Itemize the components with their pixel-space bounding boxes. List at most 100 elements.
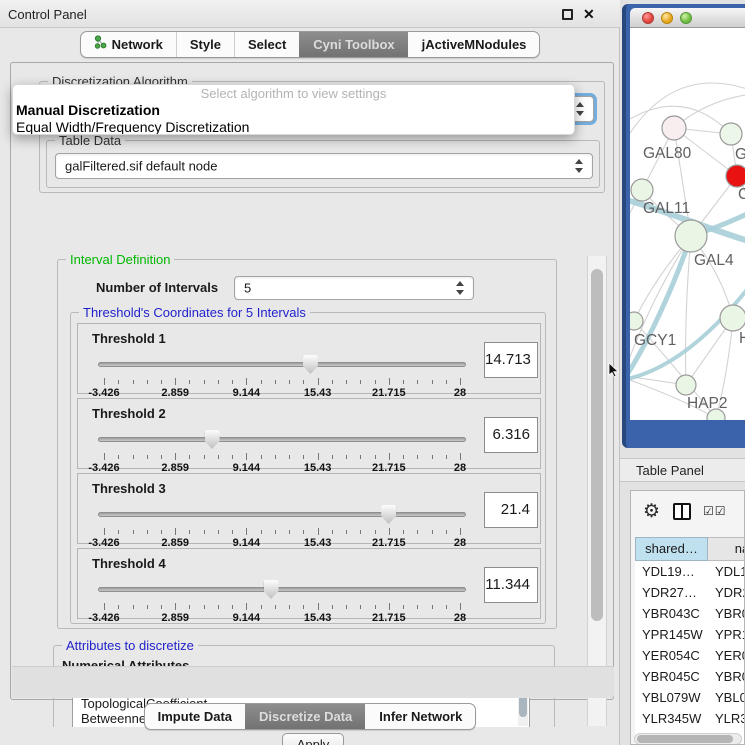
hscroll-thumb[interactable]: [637, 735, 733, 743]
network-node-GAL80[interactable]: [662, 116, 686, 140]
popup-item[interactable]: Equal Width/Frequency Discretization: [13, 119, 574, 135]
cell-name[interactable]: YBR0: [708, 603, 745, 624]
minimize-traffic-icon[interactable]: [661, 12, 673, 24]
interval-definition-title: Interval Definition: [66, 255, 174, 267]
settings-scrollbar[interactable]: [587, 256, 607, 726]
threshold-slider[interactable]: -3.4262.8599.14415.4321.71528: [98, 429, 466, 469]
table-row[interactable]: YBL079WYBL0: [635, 687, 745, 708]
popup-item[interactable]: Manual Discretization: [13, 102, 574, 119]
threshold-value-field[interactable]: 6.316: [484, 417, 538, 453]
network-node-G[interactable]: [720, 123, 742, 145]
slider-ticks: [98, 453, 466, 461]
cell-name[interactable]: YDR2: [708, 582, 745, 603]
combo-arrows-icon: [576, 102, 585, 116]
cell-shared-name[interactable]: YBR045C: [635, 666, 708, 687]
table-row[interactable]: YLR345WYLR3: [635, 708, 745, 729]
table-row[interactable]: YDR27…YDR2: [635, 582, 745, 603]
slider-tick-labels: -3.4262.8599.14415.4321.71528: [98, 612, 466, 624]
cell-shared-name[interactable]: YER054C: [635, 645, 708, 666]
tab-cyni-toolbox[interactable]: Cyni Toolbox: [299, 32, 407, 57]
checkbox-icon[interactable]: ☑☑: [703, 504, 727, 518]
network-node-H[interactable]: [720, 305, 745, 331]
network-node-HAP2[interactable]: [676, 375, 696, 395]
table-row[interactable]: YDL19…YDL1: [635, 561, 745, 582]
threshold-panel: Threshold 4-3.4262.8599.14415.4321.71528…: [77, 548, 541, 619]
cell-shared-name[interactable]: YLR345W: [635, 708, 708, 729]
network-canvas[interactable]: GAL80GCGAL11GAL4GCY1HHAP2: [630, 28, 745, 420]
network-node-C[interactable]: [726, 165, 745, 187]
tab-style[interactable]: Style: [176, 32, 234, 57]
table-row[interactable]: YER054CYER0: [635, 645, 745, 666]
mouse-cursor: [608, 363, 620, 379]
close-traffic-icon[interactable]: [642, 12, 654, 24]
cell-name[interactable]: YBL0: [708, 687, 745, 708]
table-row[interactable]: YPR145WYPR1: [635, 624, 745, 645]
cell-shared-name[interactable]: YDR27…: [635, 582, 708, 603]
table-panel-header: Table Panel: [620, 458, 745, 482]
cell-name[interactable]: YDL1: [708, 561, 745, 582]
control-panel-titlebar: Control Panel ✕: [0, 0, 620, 28]
slider-thumb[interactable]: [381, 505, 396, 524]
slider-thumb[interactable]: [303, 355, 318, 374]
table-hscrollbar[interactable]: [634, 733, 742, 745]
slider-thumb[interactable]: [264, 580, 279, 599]
slider-track[interactable]: [98, 587, 466, 592]
combo-arrows-icon: [456, 281, 465, 295]
right-column: GAL80GCGAL11GAL4GCY1HHAP2 Table Panel ⚙ …: [620, 0, 745, 745]
tick-label: 21.715: [372, 612, 406, 624]
table-row[interactable]: YBR045CYBR0: [635, 666, 745, 687]
threshold-panel: Threshold 3-3.4262.8599.14415.4321.71528…: [77, 473, 541, 544]
apply-button[interactable]: Apply: [282, 733, 344, 745]
cell-shared-name[interactable]: YDL19…: [635, 561, 708, 582]
cell-name[interactable]: YER0: [708, 645, 745, 666]
scrollbar-thumb[interactable]: [591, 269, 603, 621]
tab-jactivemnodules[interactable]: jActiveMNodules: [408, 32, 540, 57]
float-window-icon[interactable]: [562, 9, 573, 20]
tick-label: -3.426: [88, 612, 119, 624]
node-label: HAP2: [687, 395, 728, 412]
gear-icon[interactable]: ⚙: [643, 500, 660, 523]
tab-discretize-data[interactable]: Discretize Data: [245, 704, 365, 729]
cell-shared-name[interactable]: YPR145W: [635, 624, 708, 645]
threshold-value-field[interactable]: 21.4: [484, 492, 538, 528]
column-header-shared-name[interactable]: shared…: [635, 537, 708, 561]
node-label: C: [738, 186, 745, 203]
network-node-GAL4[interactable]: [675, 220, 707, 252]
threshold-slider[interactable]: -3.4262.8599.14415.4321.71528: [98, 579, 466, 619]
tab-infer-network[interactable]: Infer Network: [365, 704, 475, 729]
cell-name[interactable]: YBR0: [708, 666, 745, 687]
threshold-slider[interactable]: -3.4262.8599.14415.4321.71528: [98, 354, 466, 394]
slider-track[interactable]: [98, 437, 466, 442]
screen: Control Panel ✕ NetworkStyleSelect Cyni T…: [0, 0, 745, 745]
slider-track[interactable]: [98, 362, 466, 367]
cell-shared-name[interactable]: YBL079W: [635, 687, 708, 708]
tab-impute-data[interactable]: Impute Data: [145, 704, 245, 729]
network-node-GCY1[interactable]: [630, 312, 643, 330]
number-of-intervals-label: Number of Intervals: [96, 280, 218, 295]
column-header-name[interactable]: name: [708, 537, 745, 561]
table-data-value: galFiltered.sif default node: [65, 159, 217, 174]
columns-icon[interactable]: [673, 503, 691, 520]
tick-label: 9.144: [233, 612, 261, 624]
tab-select[interactable]: Select: [234, 32, 299, 57]
network-node-GAL11[interactable]: [631, 179, 653, 201]
node-table[interactable]: shared…nameYDL19…YDL1YDR27…YDR2YBR043CYB…: [635, 537, 745, 745]
number-of-intervals-combobox[interactable]: 5: [234, 276, 474, 300]
tab-label: Cyni Toolbox: [313, 32, 394, 58]
threshold-slider[interactable]: -3.4262.8599.14415.4321.71528: [98, 504, 466, 544]
table-row[interactable]: YBR043CYBR0: [635, 603, 745, 624]
table-data-combobox[interactable]: galFiltered.sif default node: [55, 153, 593, 179]
panel-footer: [12, 666, 614, 698]
cell-shared-name[interactable]: YBR043C: [635, 603, 708, 624]
cell-name[interactable]: YLR3: [708, 708, 745, 729]
network-window-titlebar[interactable]: [630, 8, 745, 28]
threshold-value-field[interactable]: 14.713: [484, 342, 538, 378]
threshold-panel: Threshold 1-3.4262.8599.14415.4321.71528…: [77, 323, 541, 394]
zoom-traffic-icon[interactable]: [680, 12, 692, 24]
tab-network[interactable]: Network: [81, 32, 176, 57]
cell-name[interactable]: YPR1: [708, 624, 745, 645]
slider-track[interactable]: [98, 512, 466, 517]
threshold-value-field[interactable]: 11.344: [484, 567, 538, 603]
slider-thumb[interactable]: [205, 430, 220, 449]
close-icon[interactable]: ✕: [583, 6, 595, 23]
